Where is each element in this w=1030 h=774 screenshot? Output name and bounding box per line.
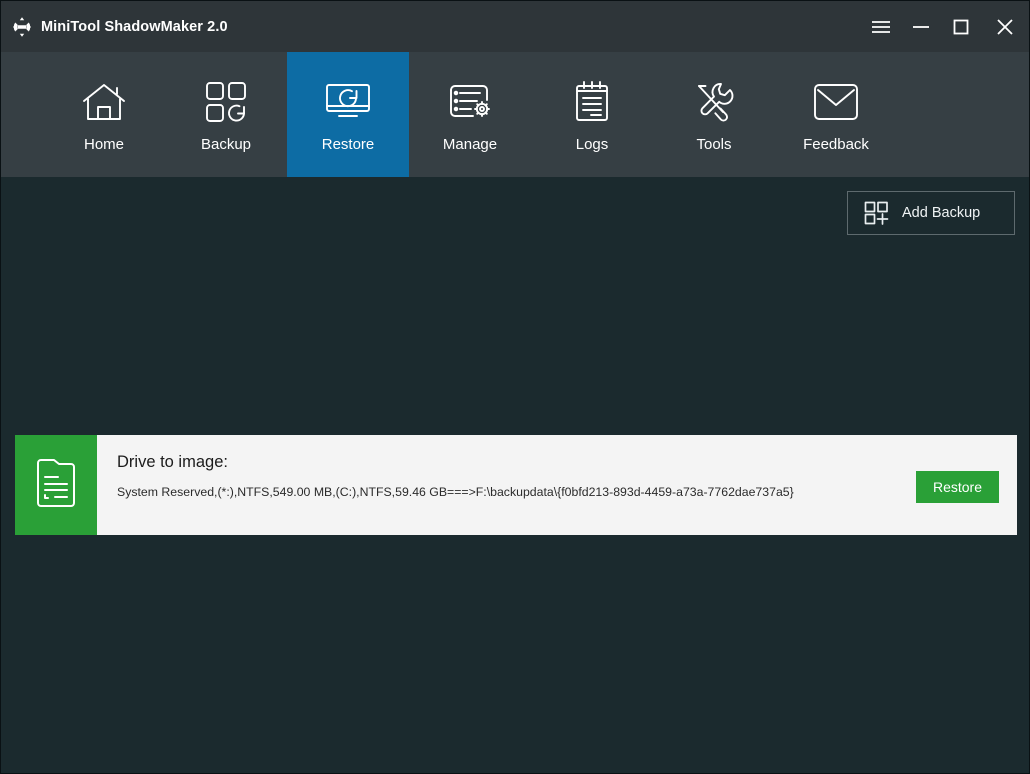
nav-label: Home (84, 137, 124, 152)
main-navigation: Home Backup (1, 52, 1029, 177)
add-backup-grid-plus-icon (864, 201, 890, 225)
content-toolbar: Add Backup (1, 177, 1029, 249)
manage-list-gear-icon (447, 77, 493, 127)
backup-card-thumbnail (15, 435, 97, 535)
document-file-icon (34, 457, 78, 514)
application-window: MiniTool ShadowMaker 2.0 (0, 0, 1030, 774)
backup-card-description: System Reserved,(*:),NTFS,549.00 MB,(C:)… (117, 484, 877, 501)
nav-label: Logs (576, 137, 609, 152)
nav-label: Feedback (803, 137, 869, 152)
backup-grid-refresh-icon (204, 77, 248, 127)
nav-item-logs[interactable]: Logs (531, 52, 653, 177)
title-bar: MiniTool ShadowMaker 2.0 (1, 1, 1029, 52)
add-backup-button[interactable]: Add Backup (847, 191, 1015, 235)
backup-card-body: Drive to image: System Reserved,(*:),NTF… (97, 435, 1017, 535)
home-icon (81, 77, 127, 127)
nav-item-feedback[interactable]: Feedback (775, 52, 897, 177)
backup-card-title: Drive to image: (117, 453, 1017, 471)
restore-monitor-icon (323, 77, 373, 127)
backup-card[interactable]: Drive to image: System Reserved,(*:),NTF… (15, 435, 1017, 535)
nav-item-manage[interactable]: Manage (409, 52, 531, 177)
sync-arrows-icon (11, 16, 33, 38)
nav-label: Manage (443, 137, 497, 152)
nav-item-restore[interactable]: Restore (287, 52, 409, 177)
window-controls (861, 1, 1029, 52)
nav-label: Restore (322, 137, 375, 152)
close-button[interactable] (981, 1, 1029, 52)
nav-item-tools[interactable]: Tools (653, 52, 775, 177)
content-area: Add Backup Drive to image: (1, 177, 1029, 773)
restore-button[interactable]: Restore (916, 471, 999, 503)
nav-label: Tools (696, 137, 731, 152)
app-title: MiniTool ShadowMaker 2.0 (41, 19, 228, 35)
add-backup-label: Add Backup (902, 205, 980, 221)
feedback-envelope-icon (812, 77, 860, 127)
nav-label: Backup (201, 137, 251, 152)
menu-button[interactable] (861, 1, 901, 52)
logs-clipboard-icon (573, 77, 611, 127)
nav-item-home[interactable]: Home (43, 52, 165, 177)
minimize-button[interactable] (901, 1, 941, 52)
tools-wrench-screwdriver-icon (692, 77, 736, 127)
nav-item-backup[interactable]: Backup (165, 52, 287, 177)
maximize-button[interactable] (941, 1, 981, 52)
